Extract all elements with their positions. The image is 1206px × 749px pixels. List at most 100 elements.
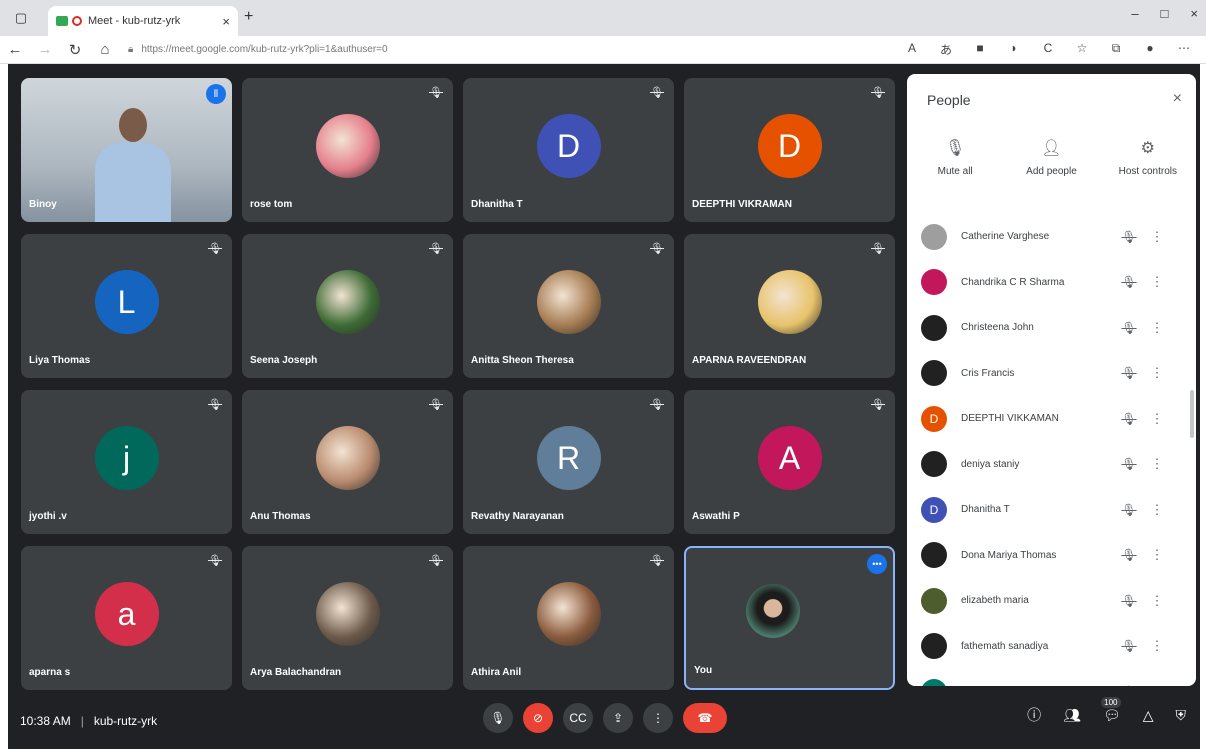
lock-icon: 🔒︎ [128, 44, 134, 55]
participant-tile[interactable]: a 🎙︎ aparna s [21, 546, 232, 690]
participant-tile[interactable]: A 🎙︎ Aswathi P [684, 390, 895, 534]
participant-tile[interactable]: R 🎙︎ Revathy Narayanan [463, 390, 674, 534]
more-vert-icon[interactable]: ⋮ [1143, 411, 1171, 427]
more-vert-icon[interactable]: ⋮ [1143, 502, 1171, 518]
captions-icon[interactable]: CC [563, 703, 593, 733]
people-list-item[interactable]: Christeena John 🎙︎ ⋮ [907, 305, 1196, 351]
participant-tile[interactable]: ••• You [684, 546, 895, 690]
mic-off-icon[interactable]: 🎙︎ [1115, 503, 1143, 517]
extension-icon[interactable]: ■ [972, 41, 988, 58]
mute-all-button[interactable]: 🎙︎ Mute all [910, 138, 1000, 177]
more-vert-icon[interactable]: ⋮ [1143, 365, 1171, 381]
end-call-button[interactable]: ☎︎ [683, 703, 727, 733]
more-options-icon[interactable]: ⋮ [643, 703, 673, 733]
mic-off-icon: 🎙︎ [208, 399, 222, 411]
read-aloud-icon[interactable]: A [904, 41, 920, 58]
more-vert-icon[interactable]: ⋮ [1143, 547, 1171, 563]
participant-tile[interactable]: 🎙︎ Athira Anil [463, 546, 674, 690]
people-list-item[interactable]: fathemath sanadiya 🎙︎ ⋮ [907, 624, 1196, 670]
people-list-item[interactable]: Dona Mariya Thomas 🎙︎ ⋮ [907, 533, 1196, 579]
participant-tile[interactable]: L 🎙︎ Liya Thomas [21, 234, 232, 378]
participant-name: Binoy [29, 199, 57, 210]
avatar: L [94, 270, 159, 334]
tab-actions-icon[interactable]: ▢ [8, 5, 34, 31]
people-list-item[interactable]: Cris Francis 🎙︎ ⋮ [907, 351, 1196, 397]
new-tab-button[interactable]: + [244, 8, 253, 26]
more-vert-icon[interactable]: ⋮ [1143, 638, 1171, 654]
participant-tile[interactable]: 🎙︎ Arya Balachandran [242, 546, 453, 690]
avatar [921, 542, 947, 569]
participant-tile[interactable]: j 🎙︎ jyothi .v [21, 390, 232, 534]
extension-icon[interactable]: ◗ [1006, 41, 1022, 58]
people-list-item[interactable]: D DEEPTHI VIKKAMAN 🎙︎ ⋮ [907, 396, 1196, 442]
more-vert-icon[interactable]: ⋮ [1143, 456, 1171, 472]
info-icon[interactable]: ⓘ [1027, 705, 1041, 725]
host-controls-icon: ⚙︎ [1140, 140, 1155, 157]
chat-icon[interactable]: 💬︎ [1103, 707, 1121, 724]
mic-off-icon[interactable]: 🎙︎ [1115, 230, 1143, 244]
camera-off-icon[interactable]: ⊘ [523, 703, 553, 733]
window-close-button[interactable]: × [1190, 6, 1198, 21]
participant-tile[interactable]: 🎙︎ Anitta Sheon Theresa [463, 234, 674, 378]
participant-tile[interactable]: 🎙︎ rose tom [242, 78, 453, 222]
profile-icon[interactable]: ● [1142, 41, 1158, 58]
avatar-photo [536, 270, 601, 334]
people-list-item[interactable]: deniya staniy 🎙︎ ⋮ [907, 442, 1196, 488]
scrollbar[interactable] [1190, 390, 1194, 438]
avatar-photo [315, 426, 380, 490]
mic-off-icon[interactable]: 🎙︎ [1115, 594, 1143, 608]
more-vert-icon[interactable]: ⋮ [1143, 593, 1171, 609]
collections-icon[interactable]: ⧉ [1108, 41, 1124, 58]
people-list-item[interactable]: Catherine Varghese 🎙︎ ⋮ [907, 214, 1196, 260]
mic-off-icon[interactable]: 🎙︎ [1115, 457, 1143, 471]
url-field[interactable]: 🔒︎ https://meet.google.com/kub-rutz-yrk?… [128, 44, 904, 55]
mic-off-icon[interactable]: 🎙︎ [1115, 366, 1143, 380]
mic-off-icon[interactable]: 🎙︎ [1115, 548, 1143, 562]
mic-off-icon: 🎙︎ [429, 243, 443, 255]
maximize-button[interactable]: □ [1161, 6, 1169, 21]
more-menu-icon[interactable]: ⋯ [1176, 41, 1192, 58]
present-screen-icon[interactable]: ⇪ [603, 703, 633, 733]
refresh-icon[interactable]: ↻ [60, 41, 90, 59]
back-arrow-icon[interactable]: ← [0, 41, 30, 58]
meeting-code: kub-rutz-yrk [93, 714, 158, 728]
mic-off-icon[interactable]: 🎙︎ [1115, 639, 1143, 653]
mic-icon[interactable]: 🎙︎ [483, 703, 513, 733]
more-vert-icon[interactable]: ⋮ [1143, 274, 1171, 290]
people-list-item[interactable]: D Dhanitha T 🎙︎ ⋮ [907, 487, 1196, 533]
action-label: Host controls [1118, 166, 1177, 177]
extension-icon[interactable]: C [1040, 41, 1056, 58]
activities-icon[interactable]: △ [1143, 707, 1154, 724]
add-people-button[interactable]: 👤︎ Add people [1006, 138, 1096, 177]
panel-actions: 🎙︎ Mute all 👤︎ Add people ⚙︎ Host contro… [907, 138, 1196, 177]
translate-icon[interactable]: あ [938, 41, 954, 58]
people-list-item[interactable]: Chandrika C R Sharma 🎙︎ ⋮ [907, 260, 1196, 306]
participant-tile[interactable]: 🎙︎ Anu Thomas [242, 390, 453, 534]
mic-off-icon[interactable]: 🎙︎ [1115, 275, 1143, 289]
mic-off-icon[interactable]: 🎙︎ [1115, 412, 1143, 426]
host-controls-button[interactable]: ⚙︎ Host controls [1103, 138, 1193, 177]
close-icon[interactable]: × [1173, 90, 1182, 108]
home-icon[interactable]: ⌂ [90, 41, 120, 58]
people-list-item[interactable]: elizabeth maria 🎙︎ ⋮ [907, 578, 1196, 624]
host-shield-icon[interactable]: ⛨ [1176, 707, 1187, 724]
mic-off-icon[interactable]: 🎙︎ [1115, 321, 1143, 335]
participant-tile[interactable]: 🎙︎ APARNA RAVEENDRAN [684, 234, 895, 378]
mic-off-icon[interactable]: 🎙︎ [1115, 685, 1143, 686]
more-vert-icon[interactable]: ⋮ [1143, 320, 1171, 336]
participant-tile[interactable]: 🎙︎ Seena Joseph [242, 234, 453, 378]
favorites-icon[interactable]: ☆ [1074, 41, 1090, 58]
tab-close-button[interactable]: × [222, 14, 230, 29]
participant-tile[interactable]: D 🎙︎ Dhanitha T [463, 78, 674, 222]
more-vert-icon[interactable]: ⋮ [1143, 229, 1171, 245]
avatar-photo [315, 114, 380, 178]
tile-options-icon[interactable]: ••• [867, 554, 887, 574]
minimize-button[interactable]: – [1131, 6, 1138, 21]
people-list-item[interactable]: FFathima Ibrahim🎙︎⋮ [907, 669, 1196, 686]
forward-arrow-icon[interactable]: → [30, 41, 60, 58]
browser-tab[interactable]: Meet - kub-rutz-yrk × [48, 6, 238, 36]
people-icon[interactable]: 👥︎ 100 [1063, 696, 1121, 724]
participant-tile[interactable]: D 🎙︎ DEEPTHI VIKRAMAN [684, 78, 895, 222]
participant-tile[interactable]: ⦀ Binoy [21, 78, 232, 222]
more-vert-icon[interactable]: ⋮ [1143, 684, 1171, 686]
